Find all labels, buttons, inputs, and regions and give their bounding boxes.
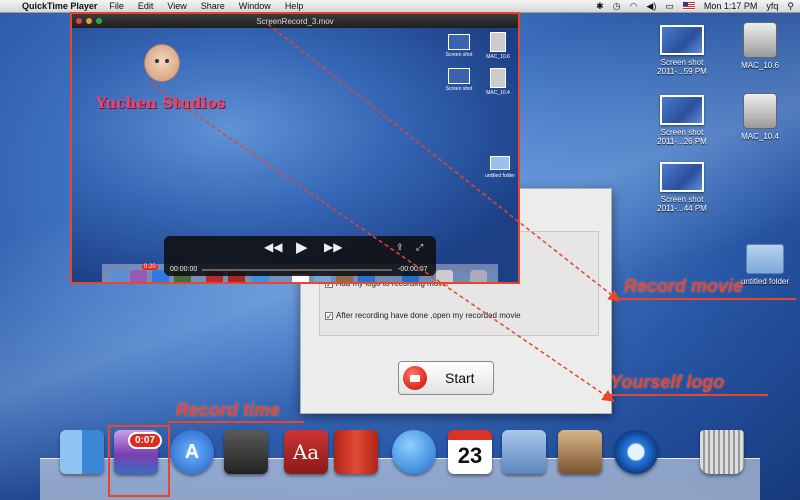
- photo-booth-icon[interactable]: [224, 430, 268, 474]
- iphoto-icon[interactable]: [558, 430, 602, 474]
- mini-icon-label: MAC_10.6: [486, 54, 510, 60]
- calendar-day: 23: [457, 443, 483, 468]
- recording-time-badge: 0:07: [128, 432, 163, 449]
- annotation-underline: [618, 298, 796, 300]
- mini-screenshot-icon: [448, 68, 470, 84]
- desktop-icon-mac-10-4[interactable]: MAC_10.4: [735, 93, 785, 141]
- screenshot-thumbnail-icon: [660, 25, 704, 55]
- mini-recorder-icon: [130, 270, 147, 282]
- option-open-recorded-label: After recording have done ,open my recor…: [336, 311, 521, 320]
- desktop-icon-label: Screen shot 2011-...26 PM: [657, 128, 707, 146]
- hard-drive-icon: [743, 93, 777, 129]
- baby-logo-icon: [144, 44, 180, 82]
- menu-help[interactable]: Help: [285, 1, 304, 11]
- app-store-icon[interactable]: A: [170, 430, 214, 474]
- screenshot-thumbnail-icon: [660, 95, 704, 125]
- wifi-icon[interactable]: ◠: [630, 1, 638, 12]
- mini-finder-icon: [110, 270, 127, 282]
- volume-icon[interactable]: ◀): [646, 1, 656, 12]
- screenshot-thumbnail-icon: [660, 162, 704, 192]
- mini-icon-label: Screen shot: [445, 52, 473, 58]
- folder-icon: [746, 244, 784, 274]
- annotation-underline: [168, 421, 304, 423]
- mini-drive-icon: [490, 68, 506, 88]
- time-machine-icon[interactable]: ◷: [613, 1, 621, 12]
- menu-share[interactable]: Share: [201, 1, 225, 11]
- desktop-icon-label: MAC_10.4: [741, 132, 779, 141]
- start-button-label: Start: [445, 370, 475, 386]
- rewind-icon[interactable]: ◀◀: [264, 240, 282, 254]
- mini-note-icon: [436, 270, 453, 282]
- play-icon[interactable]: ▶: [296, 238, 308, 256]
- mini-folder-icon: [490, 156, 510, 170]
- trash-icon[interactable]: [700, 430, 744, 474]
- stage-curtain-icon[interactable]: [334, 430, 378, 474]
- fullscreen-icon[interactable]: ⤢: [416, 242, 423, 253]
- annotation-record-movie: Record movie: [624, 276, 744, 296]
- movie-frame: Yuchen Studios Screen shot MAC_10.6 Scre…: [72, 28, 518, 282]
- desktop-icon-screenshot-2[interactable]: Screen shot 2011-...26 PM: [650, 95, 714, 146]
- share-icon[interactable]: ⇪: [396, 242, 404, 253]
- time-elapsed: 00:00:00: [170, 266, 198, 273]
- ichat-icon[interactable]: [392, 430, 436, 474]
- annotation-record-time: Record time: [176, 400, 281, 420]
- desktop-icon-label: MAC_10.6: [741, 61, 779, 70]
- mini-screenshot-icon: [448, 34, 470, 50]
- bluetooth-icon[interactable]: ✱: [596, 1, 604, 12]
- menu-user[interactable]: yfq: [766, 1, 778, 11]
- mini-trash-icon: [470, 270, 487, 282]
- battery-icon[interactable]: ▭: [665, 1, 674, 12]
- menu-file[interactable]: File: [109, 1, 124, 11]
- annotation-yourself-logo: Yourself logo: [610, 372, 725, 392]
- studio-watermark: Yuchen Studios: [96, 94, 226, 112]
- app-store-glyph: A: [184, 440, 200, 463]
- scrubber-track[interactable]: [202, 269, 392, 271]
- desktop-icon-label: Screen shot 2011-...44 PM: [657, 195, 707, 213]
- start-button[interactable]: Start: [398, 361, 494, 395]
- playback-controls: ◀◀ ▶ ▶▶ ⇪ ⤢ 00:00:00 -00:00:07: [164, 236, 436, 276]
- menu-edit[interactable]: Edit: [138, 1, 154, 11]
- desktop-icon-screenshot-1[interactable]: Screen shot 2011-...59 PM: [650, 25, 714, 76]
- spotlight-icon[interactable]: ⚲: [787, 1, 794, 12]
- menu-view[interactable]: View: [167, 1, 186, 11]
- hard-drive-icon: [743, 22, 777, 58]
- mini-icon-label: untitled folder: [484, 173, 516, 179]
- mini-icon-label: Screen shot: [445, 86, 473, 92]
- fast-forward-icon[interactable]: ▶▶: [324, 240, 342, 254]
- mini-icon-label: MAC_10.4: [486, 90, 510, 96]
- quicktime-window: ScreenRecord_3.mov Yuchen Studios Screen…: [70, 12, 520, 284]
- checkbox-open-recorded[interactable]: ✓: [325, 311, 333, 320]
- dictionary-icon[interactable]: Aa: [284, 430, 328, 474]
- quicktime-icon[interactable]: [614, 430, 658, 474]
- option-open-recorded[interactable]: ✓ After recording have done ,open my rec…: [325, 311, 521, 320]
- desktop-icon-label: Screen shot 2011-...59 PM: [657, 58, 707, 76]
- time-remaining: -00:00:07: [398, 266, 428, 273]
- mail-stamp-icon[interactable]: [502, 430, 546, 474]
- calendar-icon[interactable]: 23: [448, 430, 492, 474]
- annotation-underline: [604, 394, 768, 396]
- quicktime-titlebar[interactable]: ScreenRecord_3.mov: [72, 14, 518, 28]
- desktop-icon-mac-10-6[interactable]: MAC_10.6: [735, 22, 785, 70]
- mini-drive-icon: [490, 32, 506, 52]
- menu-window[interactable]: Window: [239, 1, 271, 11]
- desktop-icon-screenshot-3[interactable]: Screen shot 2011-...44 PM: [650, 162, 714, 213]
- app-menu[interactable]: QuickTime Player: [22, 1, 97, 11]
- dictionary-glyph: Aa: [292, 440, 320, 464]
- finder-icon[interactable]: [60, 430, 104, 474]
- record-camera-icon: [403, 366, 427, 390]
- menu-clock[interactable]: Mon 1:17 PM: [704, 1, 758, 11]
- movie-title: ScreenRecord_3.mov: [256, 16, 334, 26]
- input-source-flag-icon[interactable]: [682, 2, 695, 10]
